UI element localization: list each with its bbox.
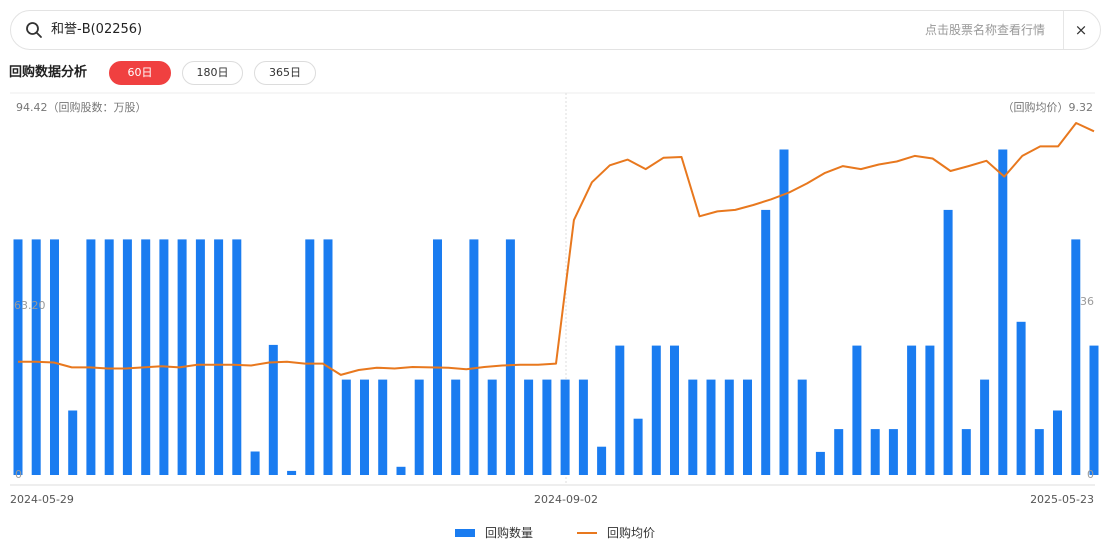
bar-mark xyxy=(706,379,716,475)
bar-mark xyxy=(360,379,369,475)
bar-mark xyxy=(670,345,679,475)
right-mid-label: 36 xyxy=(1080,295,1094,308)
search-placeholder: 点击股票名称查看行情 xyxy=(924,23,1045,37)
toolbar: 回购数据分析 60日 180日 365日 xyxy=(9,60,1099,86)
bar-mark xyxy=(232,239,242,475)
legend-label-avg-price: 回购均价 xyxy=(607,526,656,540)
bar-mark xyxy=(104,239,114,475)
left-axis-label: 94.42（回购股数：万股） xyxy=(16,100,147,114)
bar-mark xyxy=(1016,321,1026,475)
bar-mark xyxy=(31,239,41,475)
bar-mark xyxy=(633,418,643,475)
right-axis-label: （回购均价）9.32 xyxy=(1003,100,1094,114)
bar-mark xyxy=(141,239,151,475)
bar-mark xyxy=(998,149,1008,475)
bar-mark xyxy=(250,451,260,475)
bar-mark xyxy=(1089,345,1099,475)
bar-mark xyxy=(743,379,752,475)
bar-mark xyxy=(797,379,807,475)
bar-mark xyxy=(469,239,479,475)
bar-mark xyxy=(68,410,78,475)
bar-mark xyxy=(195,239,205,475)
bar-mark xyxy=(779,149,789,475)
bar-mark xyxy=(13,239,23,475)
x-tick-label-start: 2024-05-29 xyxy=(10,493,74,506)
search-bar[interactable]: 和誉-B(02256) 点击股票名称查看行情 × xyxy=(10,10,1101,50)
section-title: 回购数据分析 xyxy=(9,65,88,80)
bar-mark xyxy=(578,379,588,475)
bar-mark xyxy=(815,451,825,475)
bar-mark xyxy=(651,345,661,475)
left-bottom-label: 0 xyxy=(15,468,22,481)
bar-mark xyxy=(1053,410,1062,475)
bar-mark xyxy=(907,345,917,475)
period-button-60d[interactable]: 60日 xyxy=(109,61,171,85)
chart-legend: 回购数量 回购均价 xyxy=(0,520,1106,544)
bar-mark xyxy=(615,345,625,475)
period-button-365d[interactable]: 365日 xyxy=(254,61,316,85)
search-icon xyxy=(26,22,42,38)
bar-mark xyxy=(451,379,461,475)
bar-mark xyxy=(943,209,953,475)
bar-mark xyxy=(505,239,515,475)
bar-mark xyxy=(378,379,388,475)
legend-swatch-avg-price xyxy=(577,532,597,534)
x-tick-label-mid: 2024-09-02 xyxy=(534,493,598,506)
bar-mark xyxy=(724,379,734,475)
bar-mark xyxy=(287,470,297,475)
legend-item-volume[interactable]: 回购数量 xyxy=(455,525,565,541)
bar-mark xyxy=(852,345,862,475)
bar-mark xyxy=(597,446,607,475)
right-bottom-label: 0 xyxy=(1087,468,1094,481)
search-divider xyxy=(1063,11,1064,49)
bar-mark xyxy=(341,379,351,475)
bar-mark xyxy=(980,379,990,475)
bar-mark xyxy=(925,345,935,475)
bar-mark xyxy=(396,466,406,475)
bar-mark xyxy=(524,379,534,475)
bar-mark xyxy=(50,239,59,475)
legend-swatch-volume xyxy=(455,529,475,537)
bar-mark xyxy=(122,239,132,475)
bar-mark xyxy=(870,429,880,475)
bar-mark xyxy=(214,239,224,475)
legend-item-avg-price[interactable]: 回购均价 xyxy=(577,525,687,541)
period-button-180d[interactable]: 180日 xyxy=(182,61,243,85)
bar-mark xyxy=(961,429,971,475)
bar-mark xyxy=(1071,239,1081,475)
bar-mark xyxy=(323,239,333,475)
bar-mark xyxy=(433,239,442,475)
bar-series xyxy=(13,149,1099,475)
bar-mark xyxy=(268,344,278,475)
bar-mark xyxy=(560,379,570,475)
bar-mark xyxy=(177,239,187,475)
bar-mark xyxy=(86,239,96,475)
bar-mark xyxy=(542,379,552,475)
x-tick-label-end: 2025-05-23 xyxy=(1030,493,1094,506)
bar-mark xyxy=(159,239,169,475)
bar-mark xyxy=(688,379,698,475)
legend-label-volume: 回购数量 xyxy=(485,526,534,540)
search-input[interactable]: 和誉-B(02256) xyxy=(51,11,142,49)
bar-mark xyxy=(305,239,315,475)
left-mid-label: 63.20 xyxy=(14,299,46,312)
bar-mark xyxy=(834,429,844,475)
bar-mark xyxy=(487,379,497,475)
bar-mark xyxy=(414,379,424,475)
chart-canvas: 94.42（回购股数：万股） （回购均价）9.32 63.20 36 0 0 2… xyxy=(10,92,1099,506)
bar-mark xyxy=(1034,429,1044,475)
close-icon[interactable]: × xyxy=(1074,23,1088,38)
buyback-chart: 94.42（回购股数：万股） （回购均价）9.32 63.20 36 0 0 2… xyxy=(0,90,1106,520)
bar-mark xyxy=(888,429,898,475)
bar-mark xyxy=(761,209,771,475)
